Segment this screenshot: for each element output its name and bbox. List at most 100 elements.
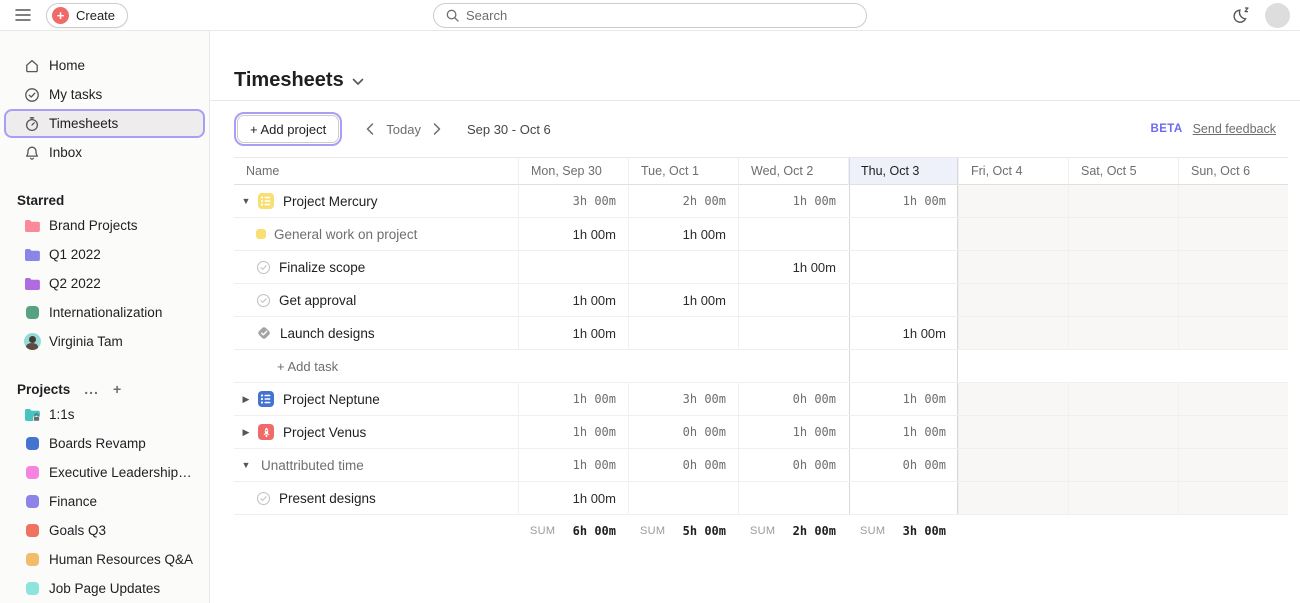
row-name-project-venus[interactable]: ▶Project Venus (234, 416, 518, 449)
timesheet-cell-get-approval-day-2[interactable] (738, 284, 848, 317)
timesheet-cell-present-designs-day-0[interactable]: 1h 00m (518, 482, 628, 515)
expander-icon[interactable]: ▼ (240, 460, 252, 470)
sidebar-item-my-tasks[interactable]: My tasks (4, 80, 205, 109)
prev-week-button[interactable] (362, 119, 378, 139)
timesheet-cell-launch-designs-day-0[interactable]: 1h 00m (518, 317, 628, 350)
row-name-launch-designs[interactable]: Launch designs (234, 317, 518, 350)
projects-more-icon[interactable]: ... (84, 382, 99, 396)
timesheet-cell-project-neptune-day-2[interactable]: 0h 00m (738, 383, 848, 416)
expander-icon[interactable]: ▼ (240, 196, 252, 206)
starred-item-q1-2022[interactable]: Q1 2022 (4, 240, 205, 269)
row-name-unattributed-time[interactable]: ▼Unattributed time (234, 449, 518, 482)
timesheet-cell--add-task-day-6[interactable] (1178, 350, 1288, 383)
timesheet-cell-project-venus-day-2[interactable]: 1h 00m (738, 416, 848, 449)
timesheet-cell-general-work-on-project-day-5[interactable] (1068, 218, 1178, 251)
timesheet-cell-general-work-on-project-day-6[interactable] (1178, 218, 1288, 251)
starred-item-virginia-tam[interactable]: Virginia Tam (4, 327, 205, 356)
timesheet-cell-project-mercury-day-4[interactable] (958, 185, 1068, 218)
timesheet-cell--add-task-day-0[interactable] (518, 350, 628, 383)
timesheet-cell-project-venus-day-3[interactable]: 1h 00m (848, 416, 958, 449)
timesheet-cell-get-approval-day-4[interactable] (958, 284, 1068, 317)
timesheet-cell-get-approval-day-6[interactable] (1178, 284, 1288, 317)
sidebar-item-timesheets[interactable]: Timesheets (4, 109, 205, 138)
timesheet-cell-launch-designs-day-5[interactable] (1068, 317, 1178, 350)
project-item-human-resources-q-a[interactable]: Human Resources Q&A (4, 545, 205, 574)
project-item-goals-q3[interactable]: Goals Q3 (4, 516, 205, 545)
timesheet-cell-launch-designs-day-1[interactable] (628, 317, 738, 350)
project-item-job-page-updates[interactable]: Job Page Updates (4, 574, 205, 603)
timesheet-cell-general-work-on-project-day-3[interactable] (848, 218, 958, 251)
row-name-general-work-on-project[interactable]: General work on project (234, 218, 518, 251)
timesheet-cell-general-work-on-project-day-1[interactable]: 1h 00m (628, 218, 738, 251)
timesheet-cell--add-task-day-2[interactable] (738, 350, 848, 383)
starred-item-q2-2022[interactable]: Q2 2022 (4, 269, 205, 298)
project-item-boards-revamp[interactable]: Boards Revamp (4, 429, 205, 458)
timesheet-cell-finalize-scope-day-2[interactable]: 1h 00m (738, 251, 848, 284)
sidebar-item-inbox[interactable]: Inbox (4, 138, 205, 167)
project-item-finance[interactable]: Finance (4, 487, 205, 516)
project-item-executive-leadership-gr-[interactable]: Executive Leadership Gr... (4, 458, 205, 487)
timesheet-cell-project-mercury-day-2[interactable]: 1h 00m (738, 185, 848, 218)
timesheet-cell-project-venus-day-5[interactable] (1068, 416, 1178, 449)
timesheet-cell-project-neptune-day-6[interactable] (1178, 383, 1288, 416)
sidebar-toggle-icon[interactable] (10, 4, 36, 26)
timesheet-cell-present-designs-day-5[interactable] (1068, 482, 1178, 515)
timesheet-cell-finalize-scope-day-3[interactable] (848, 251, 958, 284)
timesheet-cell-finalize-scope-day-6[interactable] (1178, 251, 1288, 284)
timesheet-cell-general-work-on-project-day-2[interactable] (738, 218, 848, 251)
timesheet-cell-unattributed-time-day-4[interactable] (958, 449, 1068, 482)
timesheet-cell--add-task-day-5[interactable] (1068, 350, 1178, 383)
timesheet-cell-get-approval-day-0[interactable]: 1h 00m (518, 284, 628, 317)
timesheet-cell--add-task-day-3[interactable] (848, 350, 958, 383)
create-button[interactable]: + Create (46, 3, 128, 28)
timesheet-cell-unattributed-time-day-5[interactable] (1068, 449, 1178, 482)
timesheet-cell-project-mercury-day-0[interactable]: 3h 00m (518, 185, 628, 218)
add-project-button[interactable]: + Add project (237, 115, 339, 143)
send-feedback-link[interactable]: Send feedback (1193, 122, 1276, 136)
row-name-project-mercury[interactable]: ▼Project Mercury (234, 185, 518, 218)
timesheet-cell-launch-designs-day-6[interactable] (1178, 317, 1288, 350)
timesheet-cell-unattributed-time-day-3[interactable]: 0h 00m (848, 449, 958, 482)
starred-item-brand-projects[interactable]: Brand Projects (4, 211, 205, 240)
timesheet-cell-project-mercury-day-6[interactable] (1178, 185, 1288, 218)
timesheet-cell-finalize-scope-day-0[interactable] (518, 251, 628, 284)
timesheet-cell-present-designs-day-3[interactable] (848, 482, 958, 515)
timesheet-cell-finalize-scope-day-1[interactable] (628, 251, 738, 284)
timesheet-cell-project-venus-day-0[interactable]: 1h 00m (518, 416, 628, 449)
timesheet-cell-general-work-on-project-day-4[interactable] (958, 218, 1068, 251)
timesheet-cell-present-designs-day-6[interactable] (1178, 482, 1288, 515)
timesheet-cell-present-designs-day-4[interactable] (958, 482, 1068, 515)
timesheet-cell-project-neptune-day-1[interactable]: 3h 00m (628, 383, 738, 416)
timesheet-cell-get-approval-day-3[interactable] (848, 284, 958, 317)
timesheet-cell-unattributed-time-day-0[interactable]: 1h 00m (518, 449, 628, 482)
starred-item-internationalization[interactable]: Internationalization (4, 298, 205, 327)
timesheet-cell-project-mercury-day-3[interactable]: 1h 00m (848, 185, 958, 218)
timesheet-cell-launch-designs-day-2[interactable] (738, 317, 848, 350)
next-week-button[interactable] (429, 119, 445, 139)
timesheet-cell-launch-designs-day-3[interactable]: 1h 00m (848, 317, 958, 350)
title-menu-button[interactable] (352, 78, 364, 86)
timesheet-cell-project-mercury-day-5[interactable] (1068, 185, 1178, 218)
timesheet-cell-project-venus-day-4[interactable] (958, 416, 1068, 449)
row-name-project-neptune[interactable]: ▶Project Neptune (234, 383, 518, 416)
row-name-finalize-scope[interactable]: Finalize scope (234, 251, 518, 284)
timesheet-cell-present-designs-day-1[interactable] (628, 482, 738, 515)
sidebar-item-home[interactable]: Home (4, 51, 205, 80)
timesheet-cell-project-neptune-day-4[interactable] (958, 383, 1068, 416)
do-not-disturb-button[interactable] (1233, 6, 1253, 24)
timesheet-cell-project-neptune-day-0[interactable]: 1h 00m (518, 383, 628, 416)
expander-icon[interactable]: ▶ (240, 427, 252, 438)
row-name-present-designs[interactable]: Present designs (234, 482, 518, 515)
timesheet-cell-launch-designs-day-4[interactable] (958, 317, 1068, 350)
timesheet-cell-unattributed-time-day-6[interactable] (1178, 449, 1288, 482)
timesheet-cell-project-venus-day-1[interactable]: 0h 00m (628, 416, 738, 449)
timesheet-cell-project-neptune-day-5[interactable] (1068, 383, 1178, 416)
user-avatar[interactable] (1265, 3, 1290, 28)
timesheet-cell-project-mercury-day-1[interactable]: 2h 00m (628, 185, 738, 218)
row-name-get-approval[interactable]: Get approval (234, 284, 518, 317)
timesheet-cell-present-designs-day-2[interactable] (738, 482, 848, 515)
timesheet-cell-get-approval-day-1[interactable]: 1h 00m (628, 284, 738, 317)
timesheet-cell-get-approval-day-5[interactable] (1068, 284, 1178, 317)
timesheet-cell-finalize-scope-day-4[interactable] (958, 251, 1068, 284)
expander-icon[interactable]: ▶ (240, 394, 252, 405)
